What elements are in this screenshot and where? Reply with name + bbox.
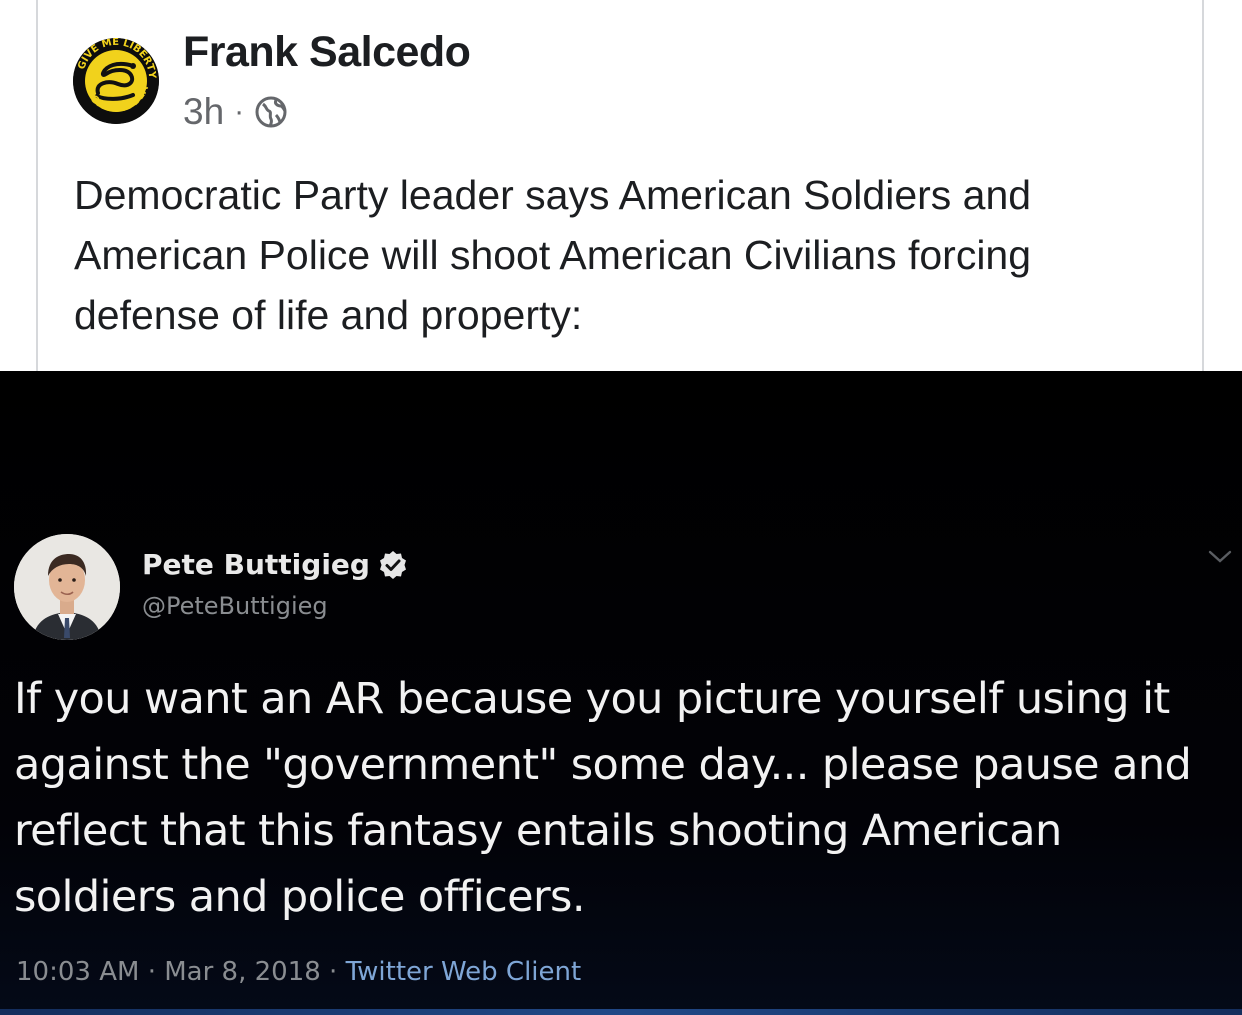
tweet-client: Twitter Web Client <box>345 957 582 987</box>
verified-badge-icon <box>379 550 406 579</box>
tweet-display-name: Pete Buttigieg <box>142 548 408 581</box>
post-text: Democratic Party leader says American So… <box>74 172 1032 338</box>
facebook-post-card: GIVE ME LIBERTY GIVE ME DEATH Frank Salc… <box>36 0 1204 371</box>
tweet-display-name-text: Pete Buttigieg <box>142 548 370 581</box>
tweet-body: If you want an AR because you picture yo… <box>14 674 1192 922</box>
bottom-divider <box>0 1009 1242 1015</box>
gadsden-flag-avatar: GIVE ME LIBERTY GIVE ME DEATH <box>73 38 159 124</box>
tweet-avatar <box>14 534 120 640</box>
tweet-footer: 10:03 AM · Mar 8, 2018 · Twitter Web Cli… <box>16 957 581 987</box>
globe-icon <box>254 95 288 129</box>
profile-avatar[interactable]: GIVE ME LIBERTY GIVE ME DEATH <box>73 38 159 124</box>
tweet-time: 10:03 AM <box>16 957 140 987</box>
footer-separator-2: · <box>329 957 338 987</box>
post-author-name[interactable]: Frank Salcedo <box>183 28 471 77</box>
tweet-date: Mar 8, 2018 <box>164 957 321 987</box>
meta-separator: · <box>234 95 245 128</box>
chevron-down-icon <box>1208 550 1232 563</box>
tweet-screenshot: Pete Buttigieg @PeteButtigieg If you wan… <box>0 371 1242 1015</box>
post-timestamp[interactable]: 3h <box>183 91 224 133</box>
footer-separator-1: · <box>147 957 156 987</box>
post-meta: 3h · <box>183 91 288 133</box>
tweet-handle: @PeteButtigieg <box>142 592 328 620</box>
